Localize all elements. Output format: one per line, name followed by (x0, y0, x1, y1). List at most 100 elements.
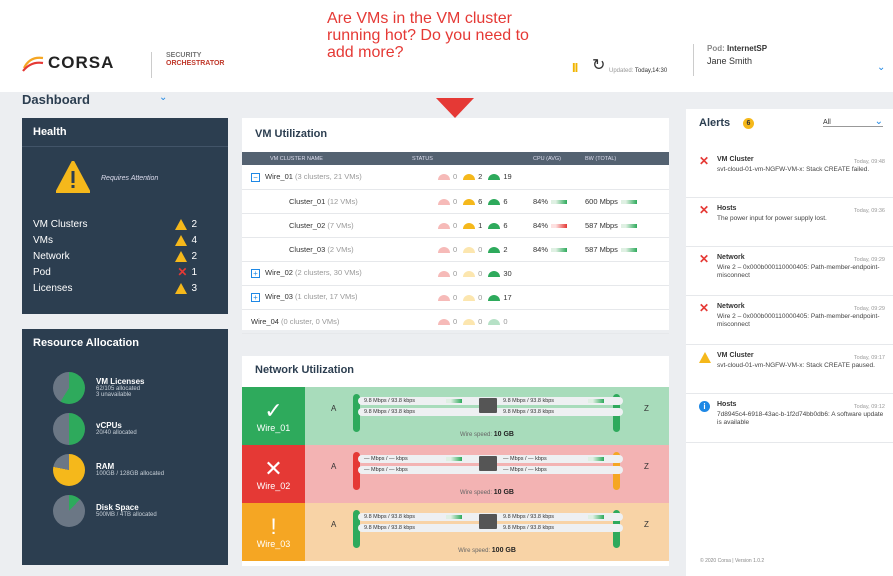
expand-icon[interactable]: + (251, 268, 260, 278)
red-gauge-icon (438, 270, 450, 277)
collapse-icon[interactable]: − (251, 172, 260, 182)
health-title: Health (22, 118, 228, 147)
chevron-down-icon[interactable]: ⌄ (877, 62, 885, 73)
alerts-filter-select[interactable]: All ⌄ (823, 116, 883, 127)
updated-timestamp: Updated: Today,14:30 (609, 68, 668, 74)
exclamation-icon: ! (270, 514, 277, 539)
health-row-value: 1 (191, 266, 197, 278)
green-gauge-icon (488, 270, 501, 277)
health-row[interactable]: Network 2 (33, 248, 197, 264)
network-wire-row[interactable]: ! Wire_03 A Z 9.8 Mbps / 93.8 kbps 9.8 M… (242, 503, 669, 561)
green-count: 6 (503, 196, 508, 206)
left-traffic-bar-icon (446, 399, 462, 403)
alert-item[interactable]: ✕ Network Today, 09:29 Wire 2 – 0x000b000… (686, 247, 893, 296)
yellow-count: 2 (478, 172, 483, 182)
vm-table-row[interactable]: + Wire_02 (2 clusters, 30 VMs) 0 0 30 (242, 261, 669, 285)
resource-name: vCPUs (96, 421, 122, 430)
wire-status-block: ✓ Wire_01 (242, 387, 305, 445)
health-row[interactable]: Pod ✕ 1 (33, 264, 197, 280)
resource-list: VM Licenses 62/105 allocated 3 unavailab… (53, 367, 164, 531)
alert-time: Today, 09:29 (853, 306, 885, 312)
corsa-logo[interactable]: CORSA (22, 53, 114, 73)
alerts-panel: Alerts 6 All ⌄ ✕ VM Cluster Today, 09:48 … (686, 109, 893, 576)
resource-panel: Resource Allocation VM Licenses 62/105 a… (22, 329, 228, 565)
right-rate-top: 9.8 Mbps / 93.8 kbps (503, 398, 555, 404)
wire-speed: Wire speed: 100 GB (458, 547, 516, 554)
alert-item[interactable]: ✕ Network Today, 09:29 Wire 2 – 0x000b000… (686, 296, 893, 345)
vm-row-name: Cluster_03 (289, 244, 326, 254)
alert-item[interactable]: ✕ VM Cluster Today, 09:48 svt-cloud-01-vm… (686, 149, 893, 198)
health-row-value: 2 (191, 218, 197, 230)
alerts-count-badge: 6 (743, 118, 754, 129)
warning-icon (175, 250, 188, 262)
red-gauge-icon (438, 174, 450, 181)
right-rate-bottom: 9.8 Mbps / 93.8 kbps (503, 525, 555, 531)
pod-label: Pod: (707, 44, 725, 53)
bw-value: 587 Mbps (585, 220, 618, 230)
vm-row-name: Wire_03 (265, 292, 293, 302)
wire-name: Wire_01 (256, 423, 291, 433)
network-wire-row[interactable]: ✓ Wire_01 A Z 9.8 Mbps / 93.8 kbps 9.8 M… (242, 387, 669, 445)
vm-table-row[interactable]: Cluster_02 (7 VMs) 0 1 6 84% 587 Mbps (242, 213, 669, 237)
vm-row-detail: (2 clusters, 30 VMs) (295, 268, 362, 278)
left-rate-top: 9.8 Mbps / 93.8 kbps (364, 514, 416, 520)
end-z-label: Z (644, 462, 649, 471)
health-row[interactable]: Licenses 3 (33, 280, 197, 296)
red-count: 0 (453, 268, 458, 278)
network-wire-row[interactable]: ✕ Wire_02 A Z — Mbps / — kbps — Mbps / —… (242, 445, 669, 503)
health-row-label: Network (33, 250, 70, 262)
wire-name: Wire_02 (256, 481, 291, 491)
resource-pie-chart (53, 412, 85, 445)
wire-name: Wire_03 (256, 539, 291, 549)
green-gauge-icon (488, 222, 501, 229)
refresh-icon[interactable]: ↻ (592, 55, 605, 75)
close-icon: ✕ (264, 456, 283, 481)
pod-value: InternetSP (727, 44, 768, 53)
bw-value: 587 Mbps (585, 244, 618, 254)
dashboard-chevron-down-icon[interactable]: ⌄ (159, 92, 167, 103)
wire-status-block: ✕ Wire_02 (242, 445, 305, 503)
yellow-count: 1 (478, 220, 483, 230)
switch-icon (479, 456, 497, 471)
resource-item: vCPUs 20/40 allocated (53, 408, 164, 449)
vm-table-row[interactable]: Wire_04 (0 cluster, 0 VMs) 0 0 0 (242, 309, 669, 333)
corsa-logo-mark-icon (22, 56, 44, 72)
expand-icon[interactable]: + (251, 292, 260, 302)
alert-time: Today, 09:12 (853, 404, 885, 410)
network-utilization-panel: Network Utilization ✓ Wire_01 A Z 9.8 Mb… (242, 356, 669, 566)
resource-title: Resource Allocation (33, 337, 139, 349)
resource-name: Disk Space (96, 503, 139, 512)
pod-selector[interactable]: Pod: InternetSP Jane Smith (693, 44, 767, 76)
vm-row-name: Cluster_02 (289, 220, 326, 230)
health-panel: Health Requires Attention VM Clusters 2 VM… (22, 118, 228, 314)
right-rate-top: 9.8 Mbps / 93.8 kbps (503, 514, 555, 520)
alert-description: svt-cloud-01-vm-NGFW-VM-x: Stack CREATE … (717, 166, 870, 173)
switch-icon (479, 398, 497, 413)
health-row[interactable]: VM Clusters 2 (33, 216, 197, 232)
alerts-filter-value: All (823, 119, 831, 126)
alert-time: Today, 09:29 (853, 257, 885, 263)
cpu-bar-icon (551, 223, 568, 228)
alert-item[interactable]: ✕ Hosts Today, 09:36 The power input for … (686, 198, 893, 247)
health-row-label: Licenses (33, 282, 73, 294)
health-row-label: VMs (33, 234, 53, 246)
green-count: 6 (503, 220, 508, 230)
vm-table-row[interactable]: Cluster_03 (2 VMs) 0 0 2 84% 587 Mbps (242, 237, 669, 261)
alert-item[interactable]: i Hosts Today, 09:12 7d8945c4-6918-43ac-b… (686, 394, 893, 443)
vm-table-row[interactable]: − Wire_01 (3 clusters, 21 VMs) 0 2 19 (242, 165, 669, 189)
vm-table-row[interactable]: + Wire_03 (1 cluster, 17 VMs) 0 0 17 (242, 285, 669, 309)
resource-line1: 100GB / 128GB allocated (96, 471, 165, 477)
green-gauge-icon (488, 198, 501, 205)
product-line-1: SECURITY (166, 52, 202, 59)
end-a-label: A (331, 404, 337, 413)
vm-table-row[interactable]: Cluster_01 (12 VMs) 0 6 6 84% 600 Mbps (242, 189, 669, 213)
alert-item[interactable]: VM Cluster Today, 09:17 svt-cloud-01-vm-… (686, 345, 893, 394)
green-count: 2 (503, 244, 508, 254)
warning-icon (175, 282, 188, 294)
green-count: 19 (503, 172, 512, 182)
left-rate-bottom: — Mbps / — kbps (364, 467, 408, 473)
cpu-value: 84% (533, 196, 549, 206)
pause-icon[interactable]: II (572, 60, 578, 75)
resource-name: VM Licenses (96, 377, 145, 386)
health-row[interactable]: VMs 4 (33, 232, 197, 248)
